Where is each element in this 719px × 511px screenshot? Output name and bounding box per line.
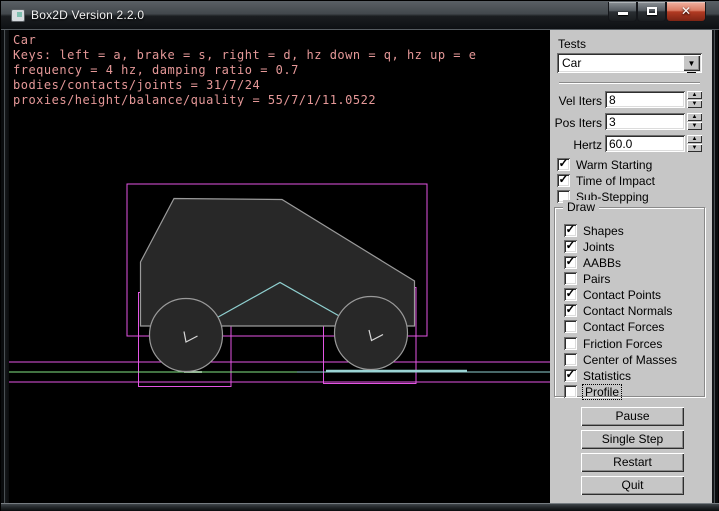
spinner-up-icon[interactable]: ▲ [687,91,702,99]
statistics-label: Statistics [583,369,631,383]
time-of-impact-checkbox[interactable] [557,174,570,187]
center-of-masses-label: Center of Masses [583,353,677,367]
stats-line-keys: Keys: left = a, brake = s, right = d, hz… [13,48,476,62]
stats-line-proxies: proxies/height/balance/quality = 55/7/1/… [13,93,376,107]
time-of-impact-label: Time of Impact [576,174,655,188]
minimize-button[interactable] [608,2,637,22]
warm-starting-label: Warm Starting [576,158,652,172]
contact-forces-checkbox[interactable] [564,320,577,333]
spinner-down-icon[interactable]: ▼ [687,122,702,130]
pause-button[interactable]: Pause [581,407,684,426]
tests-dropdown-button[interactable]: ▼ [683,55,700,71]
app-window: Box2D Version 2.2.0 ✕ [0,0,719,510]
window-title: Box2D Version 2.2.0 [31,8,144,22]
hertz-label: Hertz [550,138,602,152]
stats-text: Car Keys: left = a, brake = s, right = d… [13,33,476,108]
spinner-down-icon[interactable]: ▼ [687,100,702,108]
contact-points-checkbox[interactable] [564,288,577,301]
tests-dropdown[interactable]: Car ▼ [557,53,702,73]
pairs-label: Pairs [583,272,610,286]
joints-checkbox[interactable] [564,240,577,253]
left-wheel [150,299,223,372]
tests-dropdown-value: Car [562,56,581,70]
close-button[interactable]: ✕ [666,2,706,22]
control-panel: Tests Car ▼ Vel Iters ▲ ▼ Pos Iters ▲ ▼ … [550,30,712,503]
contact-points-label: Contact Points [583,288,661,302]
contact-normals-label: Contact Normals [583,304,672,318]
window-border-left [1,30,9,503]
hertz-input[interactable] [605,135,685,152]
profile-label: Profile [583,385,621,399]
right-wheel [335,297,408,370]
app-icon [11,9,25,22]
pairs-checkbox[interactable] [564,272,577,285]
panel-separator [559,82,700,84]
contact-forces-label: Contact Forces [583,320,664,334]
maximize-button[interactable] [637,2,666,22]
close-icon: ✕ [681,4,691,18]
vel-iters-stepper[interactable]: ▲ ▼ [687,91,702,108]
statistics-checkbox[interactable] [564,369,577,382]
spinner-down-icon[interactable]: ▼ [687,144,702,152]
stats-line-frequency: frequency = 4 hz, damping ratio = 0.7 [13,63,299,77]
pos-iters-label: Pos Iters [550,116,602,130]
single-step-button[interactable]: Single Step [581,430,684,449]
aabbs-checkbox[interactable] [564,256,577,269]
chevron-down-icon: ▼ [687,56,697,73]
stats-line-title: Car [13,33,36,47]
shapes-checkbox[interactable] [564,224,577,237]
restart-button[interactable]: Restart [581,453,684,472]
maximize-icon [647,7,657,15]
pos-iters-input[interactable] [605,113,685,130]
vel-iters-label: Vel Iters [550,94,602,108]
hertz-stepper[interactable]: ▲ ▼ [687,135,702,152]
tests-label: Tests [558,37,586,51]
warm-starting-checkbox[interactable] [557,158,570,171]
profile-checkbox[interactable] [564,385,577,398]
minimize-icon [618,12,628,15]
aabbs-label: AABBs [583,256,621,270]
pos-iters-stepper[interactable]: ▲ ▼ [687,113,702,130]
friction-forces-checkbox[interactable] [564,337,577,350]
contact-normals-checkbox[interactable] [564,304,577,317]
shapes-label: Shapes [583,224,624,238]
stats-line-bodies: bodies/contacts/joints = 31/7/24 [13,78,260,92]
simulation-canvas[interactable]: Car Keys: left = a, brake = s, right = d… [9,30,550,503]
friction-forces-label: Friction Forces [583,337,662,351]
title-bar[interactable]: Box2D Version 2.2.0 ✕ [1,1,719,30]
spinner-up-icon[interactable]: ▲ [687,113,702,121]
center-of-masses-checkbox[interactable] [564,353,577,366]
vel-iters-input[interactable] [605,91,685,108]
quit-button[interactable]: Quit [581,476,684,495]
joints-label: Joints [583,240,614,254]
draw-group-title: Draw [563,200,599,214]
spinner-up-icon[interactable]: ▲ [687,135,702,143]
